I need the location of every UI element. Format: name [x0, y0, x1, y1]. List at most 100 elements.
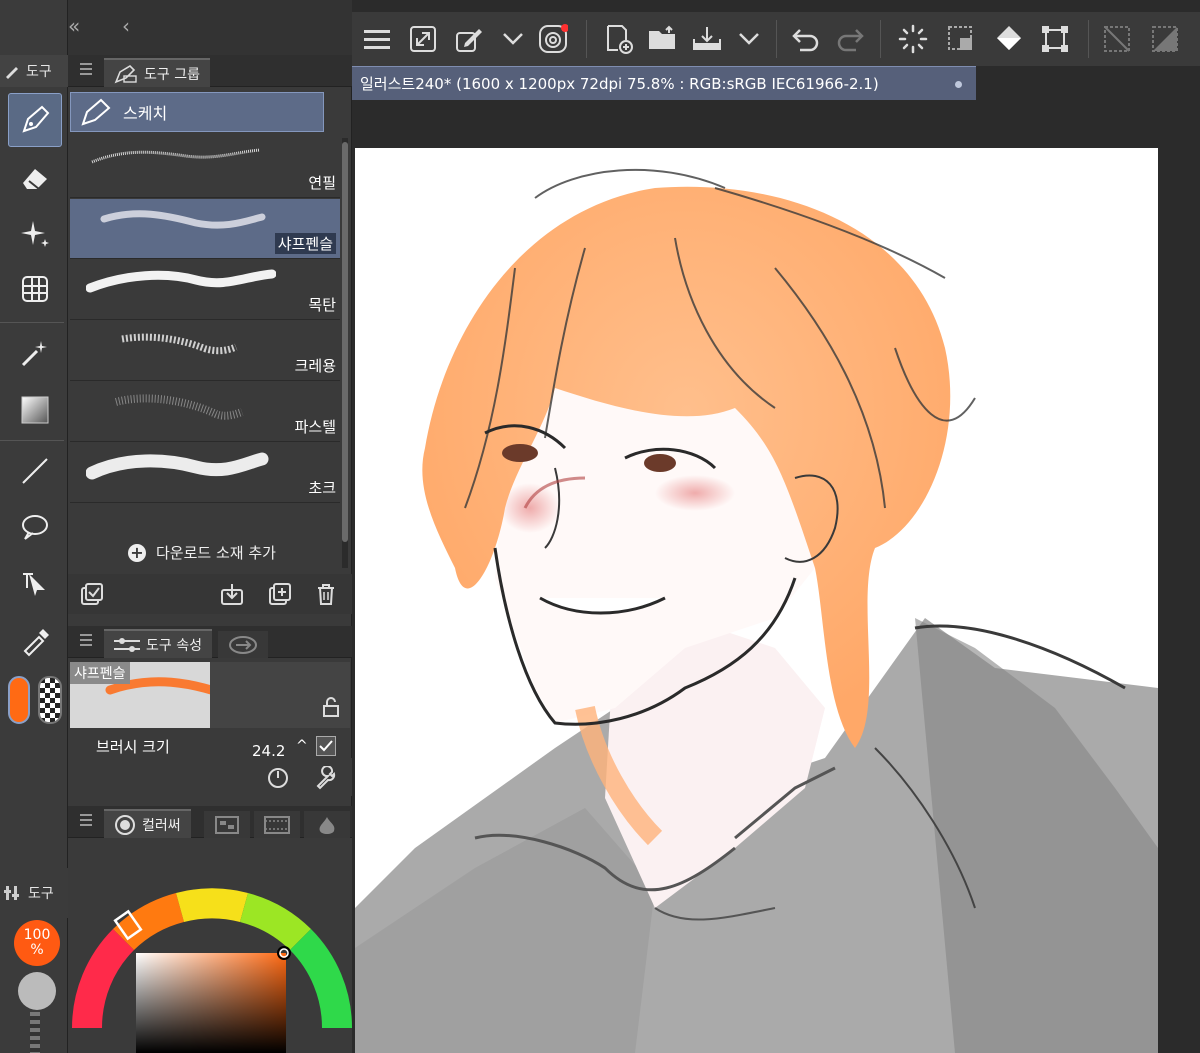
clear-selection-button[interactable]	[1100, 22, 1134, 56]
wrench-icon[interactable]	[314, 766, 338, 790]
eraser-tool-button[interactable]	[8, 150, 62, 204]
fit-window-button[interactable]	[406, 22, 440, 56]
brush-name-label: 샤프펜슬	[70, 662, 130, 684]
brush-size-indicator[interactable]	[18, 972, 56, 1010]
auto-select-tool-button[interactable]	[8, 326, 62, 380]
tab-intermediate-color[interactable]	[254, 811, 300, 838]
add-download-material-button[interactable]: + 다운로드 소재 추가	[128, 542, 276, 563]
brush-item-pencil[interactable]: 연필	[70, 138, 340, 198]
add-material-label: 다운로드 소재 추가	[156, 544, 276, 562]
tool-separator	[0, 440, 64, 441]
duplicate-sub-tool-button[interactable]	[268, 582, 292, 606]
toolbar-divider	[880, 20, 881, 58]
size-slider-track[interactable]	[30, 1012, 40, 1053]
tab-tool-group[interactable]: 도구 그룹	[104, 58, 210, 87]
decoration-tool-button[interactable]	[8, 206, 62, 260]
collapse-panel-button[interactable]: ‹	[122, 14, 130, 38]
collapse-all-button[interactable]: «	[68, 14, 80, 38]
panel-collapse-bar: « ‹	[68, 0, 352, 55]
lock-icon[interactable]	[320, 696, 342, 718]
canvas[interactable]	[355, 148, 1158, 1053]
save-tray-icon	[693, 27, 721, 50]
operation-tool-button[interactable]	[8, 557, 62, 611]
brush-list-scrollbar[interactable]	[342, 138, 348, 568]
tab-tool-property-label: 도구 속성	[146, 637, 202, 654]
companion-button[interactable]	[536, 22, 570, 56]
grid-tool-button[interactable]	[8, 262, 62, 316]
tool-group-tabbar: 도구 그룹	[68, 55, 352, 87]
import-sub-tool-button[interactable]	[220, 582, 244, 606]
dropdown-button[interactable]	[496, 22, 530, 56]
illustration-artwork	[355, 168, 1158, 1053]
brush-item-crayon[interactable]: 크레용	[70, 321, 340, 381]
save-dropdown-button[interactable]	[732, 22, 766, 56]
gradient-tool-button[interactable]	[8, 383, 62, 437]
no-selection-icon	[1104, 26, 1130, 52]
sub-color-swatch[interactable]	[38, 676, 62, 724]
opacity-unit: %	[30, 942, 44, 958]
pen-nib-icon	[81, 98, 111, 126]
invert-selection-icon	[1152, 26, 1178, 52]
opacity-indicator[interactable]: 100 %	[14, 920, 60, 966]
selection-button[interactable]	[944, 22, 978, 56]
document-tab[interactable]: 일러스트240* (1600 x 1200px 72dpi 75.8% : RG…	[352, 66, 976, 100]
sub-tool-title: 도구	[28, 886, 54, 902]
new-file-button[interactable]	[602, 22, 636, 56]
tool-palette: 도구 도구 100 %	[0, 0, 68, 1053]
undo-button[interactable]	[788, 22, 822, 56]
new-document-icon	[607, 25, 633, 54]
brush-item-mechanical-pencil[interactable]: 샤프펜슬	[70, 199, 340, 259]
color-wheel-area	[68, 838, 352, 1053]
import-icon	[221, 584, 243, 605]
brush-preview: 샤프펜슬	[70, 662, 313, 728]
tab-approximate-color[interactable]	[304, 811, 350, 838]
brush-item-charcoal[interactable]: 목탄	[70, 260, 340, 320]
tab-tool-property[interactable]: 도구 속성	[104, 629, 212, 658]
pressure-dial-icon[interactable]	[266, 766, 290, 790]
toolbar-divider	[586, 20, 587, 58]
panel-menu-icon[interactable]	[80, 63, 92, 75]
tab-color-set[interactable]	[204, 811, 250, 838]
pastel-stroke-preview	[114, 394, 244, 420]
brush-item-chalk[interactable]: 초크	[70, 443, 340, 503]
size-up-arrow-icon[interactable]: ^	[296, 738, 308, 754]
tool-separator	[0, 322, 64, 323]
loading-button[interactable]	[896, 22, 930, 56]
folder-open-icon	[649, 25, 675, 49]
panel-menu-icon[interactable]	[80, 634, 92, 646]
fill-button[interactable]	[992, 22, 1026, 56]
spiral-icon	[539, 24, 568, 53]
opacity-value: 100	[23, 926, 51, 943]
plus-circle-icon: +	[128, 543, 146, 562]
save-button[interactable]	[690, 22, 724, 56]
tool-group-sketch[interactable]: 스케치	[70, 92, 324, 132]
hamburger-menu-icon	[364, 30, 390, 49]
pen-tool-button[interactable]	[8, 93, 62, 147]
modify-tool-button[interactable]	[452, 22, 486, 56]
magic-wand-icon	[21, 341, 47, 367]
tab-brush-shape[interactable]	[218, 631, 268, 658]
color-wheel[interactable]	[68, 838, 352, 1053]
balloon-tool-button[interactable]	[8, 500, 62, 554]
eyedropper-tool-button[interactable]	[8, 614, 62, 668]
delete-sub-tool-button[interactable]	[314, 582, 338, 606]
main-color-swatch[interactable]	[8, 676, 30, 724]
tab-tool-group-label: 도구 그룹	[144, 66, 200, 83]
tool-palette-header: 도구	[0, 55, 68, 87]
brush-label: 샤프펜슬	[274, 233, 336, 254]
sub-tool-options-button[interactable]	[80, 582, 104, 606]
size-checkbox[interactable]	[316, 736, 336, 756]
tab-color-wheel[interactable]: 컬러써	[104, 809, 191, 838]
panel-menu-icon[interactable]	[80, 814, 92, 826]
redo-button[interactable]	[834, 22, 868, 56]
sub-tool-action-bar	[68, 574, 352, 614]
menu-button[interactable]	[360, 22, 394, 56]
brush-item-pastel[interactable]: 파스텔	[70, 382, 340, 442]
open-file-button[interactable]	[646, 22, 680, 56]
transform-button[interactable]	[1038, 22, 1072, 56]
toolbar-divider	[1088, 20, 1089, 58]
invert-selection-button[interactable]	[1148, 22, 1182, 56]
brush-label: 연필	[308, 174, 336, 192]
line-tool-button[interactable]	[8, 444, 62, 498]
brush-size-label: 브러시 크기	[96, 738, 170, 756]
